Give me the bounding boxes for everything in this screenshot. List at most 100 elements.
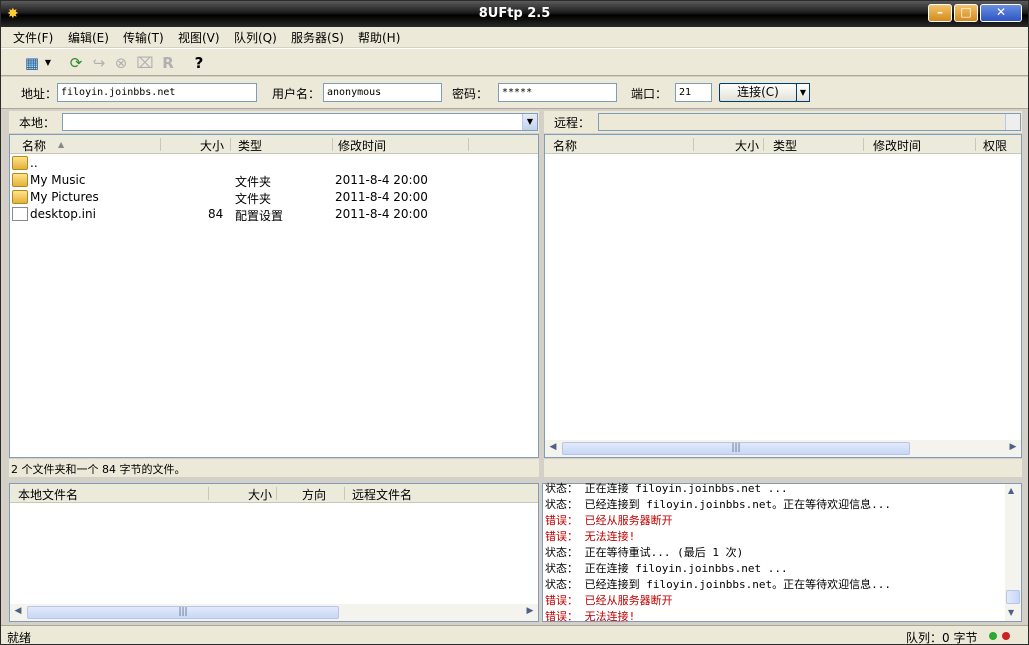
col-name[interactable]: 名称 — [22, 137, 46, 154]
connect-button[interactable]: 连接(C) — [719, 83, 797, 102]
menu-help[interactable]: 帮助(H) — [358, 29, 400, 46]
col-type[interactable]: 类型 — [773, 137, 797, 154]
title-bar[interactable]: ✸ 8UFtp 2.5 – □ ✕ — [1, 1, 1028, 27]
remote-horizontal-scrollbar[interactable]: ◀ ||| ▶ — [545, 440, 1021, 457]
remote-path-combo[interactable] — [598, 113, 1021, 131]
log-line-error: 错误： 无法连接! — [545, 530, 636, 543]
col-type[interactable]: 类型 — [238, 137, 262, 154]
connect-dropdown-icon[interactable]: ▼ — [796, 83, 810, 102]
close-button[interactable]: ✕ — [980, 4, 1022, 22]
dropdown-icon[interactable]: ▼ — [42, 53, 54, 73]
cancel-icon[interactable]: ⊗ — [111, 53, 131, 73]
col-remote-filename[interactable]: 远程文件名 — [352, 486, 412, 503]
file-modified: 2011-8-4 20:00 — [335, 173, 428, 187]
password-input[interactable] — [498, 83, 617, 102]
scroll-right-icon[interactable]: ▶ — [524, 606, 536, 616]
port-input[interactable] — [675, 83, 712, 102]
refresh-icon[interactable]: ⟳ — [66, 53, 86, 73]
menu-edit[interactable]: 编辑(E) — [68, 29, 109, 46]
file-modified: 2011-8-4 20:00 — [335, 190, 428, 204]
menu-queue[interactable]: 队列(Q) — [234, 29, 277, 46]
scroll-right-icon[interactable]: ▶ — [1007, 442, 1019, 452]
password-label: 密码： — [452, 87, 489, 101]
chevron-down-icon[interactable] — [1005, 114, 1020, 130]
col-direction[interactable]: 方向 — [302, 486, 326, 503]
local-path-label: 本地： — [19, 116, 56, 130]
scroll-down-icon[interactable]: ▼ — [1008, 608, 1014, 617]
file-size: 84 — [208, 207, 224, 221]
transfer-queue-list[interactable]: 本地文件名 大小 方向 远程文件名 ◀ ||| ▶ — [9, 483, 539, 622]
log-line-error: 错误： 无法连接! — [545, 610, 636, 623]
sort-ascending-icon: ▲ — [58, 140, 65, 149]
port-label: 端口： — [631, 87, 668, 101]
log-line: 状态： 正在连接 filoyin.joinbbs.net ... — [545, 482, 788, 495]
log-line-error: 错误： 已经从服务器断开 — [545, 514, 673, 527]
remote-path-label: 远程： — [554, 116, 591, 130]
address-input[interactable] — [57, 83, 257, 102]
message-log[interactable]: 状态： 正在连接 filoyin.joinbbs.net ... 状态： 已经连… — [542, 480, 1022, 624]
menu-transfer[interactable]: 传输(T) — [123, 29, 164, 46]
process-queue-icon[interactable]: ↪ — [89, 53, 109, 73]
disconnect-icon[interactable]: ⌧ — [135, 53, 155, 73]
scroll-left-icon[interactable]: ◀ — [547, 442, 559, 452]
help-icon[interactable]: ? — [189, 53, 209, 73]
log-line: 状态： 已经连接到 filoyin.joinbbs.net。正在等待欢迎信息..… — [545, 578, 891, 591]
local-status-text: 2 个文件夹和一个 84 字节的文件。 — [11, 463, 186, 476]
menu-view[interactable]: 视图(V) — [178, 29, 220, 46]
queue-horizontal-scrollbar[interactable]: ◀ ||| ▶ — [10, 604, 538, 621]
list-item[interactable]: My Pictures 文件夹 2011-8-4 20:00 — [10, 189, 538, 206]
local-file-list[interactable]: 名称 ▲ 大小 类型 修改时间 .. My Music 文件夹 2011-8-4… — [9, 134, 539, 458]
receive-led-icon — [989, 632, 997, 640]
maximize-button[interactable]: □ — [954, 4, 978, 22]
col-modified[interactable]: 修改时间 — [873, 137, 921, 154]
scroll-thumb[interactable]: ||| — [27, 606, 339, 619]
col-size[interactable]: 大小 — [735, 137, 759, 154]
file-name: desktop.ini — [30, 207, 96, 221]
col-permissions[interactable]: 权限 — [983, 137, 1007, 154]
scroll-left-icon[interactable]: ◀ — [12, 606, 24, 616]
file-type: 配置设置 — [235, 209, 284, 223]
col-size[interactable]: 大小 — [248, 486, 272, 503]
folder-icon — [12, 173, 28, 187]
file-modified: 2011-8-4 20:00 — [335, 207, 428, 221]
window-title: 8UFtp 2.5 — [478, 6, 551, 21]
col-size[interactable]: 大小 — [200, 137, 224, 154]
user-input[interactable] — [323, 83, 442, 102]
col-modified[interactable]: 修改时间 — [338, 137, 386, 154]
file-name: My Music — [30, 173, 86, 187]
scroll-up-icon[interactable]: ▲ — [1008, 486, 1014, 495]
file-name: My Pictures — [30, 190, 99, 204]
reconnect-icon[interactable]: R — [158, 53, 178, 73]
file-name: .. — [30, 156, 38, 170]
send-led-icon — [1002, 632, 1010, 640]
log-line: 状态： 正在连接 filoyin.joinbbs.net ... — [545, 562, 788, 575]
list-item[interactable]: desktop.ini 84 配置设置 2011-8-4 20:00 — [10, 206, 538, 223]
log-line: 状态： 正在等待重试... (最后 1 次) — [545, 546, 744, 559]
config-file-icon — [12, 207, 28, 221]
col-name[interactable]: 名称 — [553, 137, 577, 154]
menu-server[interactable]: 服务器(S) — [291, 29, 344, 46]
site-manager-icon[interactable]: ▦ — [22, 53, 42, 73]
scroll-thumb[interactable]: ||| — [562, 442, 910, 455]
chevron-down-icon[interactable]: ▼ — [522, 114, 537, 130]
log-vertical-scrollbar[interactable]: ▲ ▼ — [1005, 484, 1021, 621]
file-type: 文件夹 — [235, 192, 272, 206]
scroll-thumb[interactable] — [1006, 590, 1020, 604]
status-text: 就绪 — [7, 631, 32, 645]
log-line: 状态： 已经连接到 filoyin.joinbbs.net。正在等待欢迎信息..… — [545, 498, 891, 511]
remote-list-header: 名称 大小 类型 修改时间 权限 — [545, 135, 1021, 154]
local-list-header: 名称 ▲ 大小 类型 修改时间 — [10, 135, 538, 154]
status-bar: 就绪 队列：0 字节 — [1, 625, 1028, 645]
user-label: 用户名： — [272, 87, 321, 101]
menu-file[interactable]: 文件(F) — [13, 29, 53, 46]
log-lines: 状态： 正在连接 filoyin.joinbbs.net ... 状态： 已经连… — [545, 480, 1003, 624]
toolbar: ▦ ▼ ⟳ ↪ ⊗ ⌧ R ? — [1, 48, 1028, 76]
list-item[interactable]: My Music 文件夹 2011-8-4 20:00 — [10, 172, 538, 189]
col-local-filename[interactable]: 本地文件名 — [18, 486, 78, 503]
folder-icon — [12, 190, 28, 204]
minimize-button[interactable]: – — [928, 4, 952, 22]
local-path-combo[interactable]: ▼ — [62, 113, 538, 131]
remote-file-list[interactable]: 名称 大小 类型 修改时间 权限 ◀ ||| ▶ — [544, 134, 1022, 458]
list-item[interactable]: .. — [10, 155, 538, 172]
local-status-line: 2 个文件夹和一个 84 字节的文件。 — [9, 459, 539, 477]
